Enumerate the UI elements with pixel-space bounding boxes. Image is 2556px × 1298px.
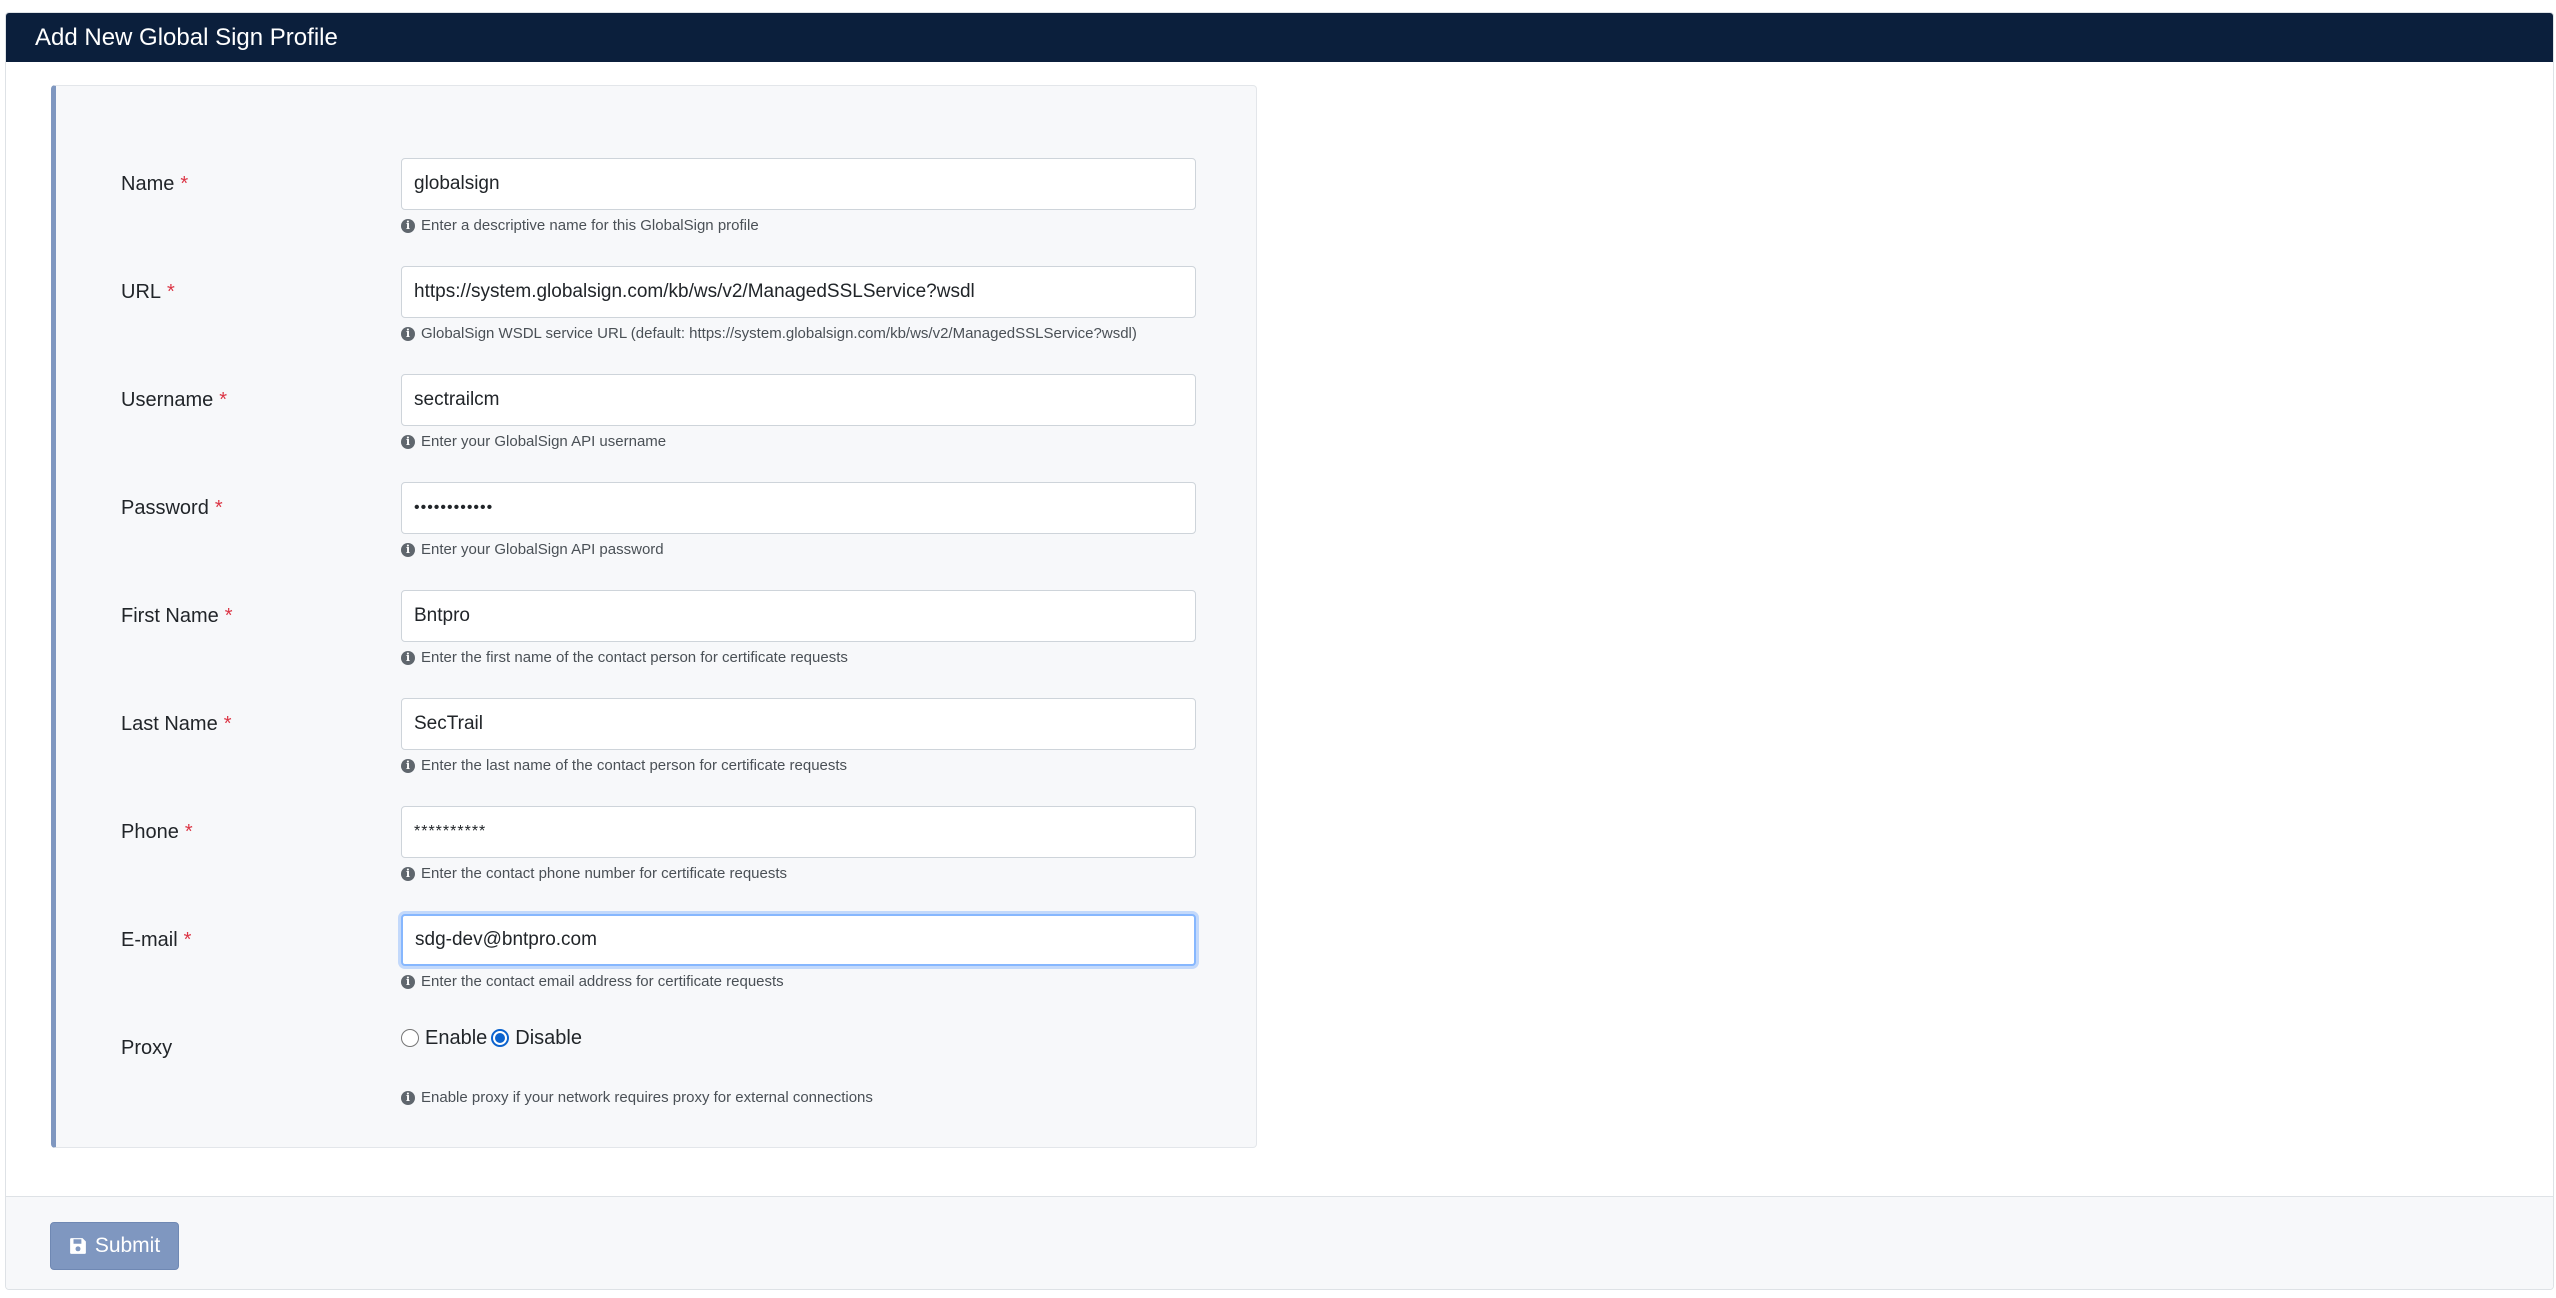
info-icon: i (401, 975, 415, 989)
last-name-input[interactable] (401, 698, 1196, 750)
email-help: i Enter the contact email address for cer… (401, 972, 784, 992)
email-input[interactable] (401, 914, 1196, 966)
first-name-row: First Name* iEnter the first name of the… (56, 590, 1256, 680)
info-icon: i (401, 651, 415, 665)
phone-help: i Enter the contact phone number for cert… (401, 864, 787, 884)
info-icon: i (401, 867, 415, 881)
required-marker: * (224, 605, 233, 627)
proxy-enable-option[interactable]: Enable (401, 1027, 491, 1050)
first-name-input[interactable] (401, 590, 1196, 642)
proxy-enable-radio[interactable] (401, 1029, 419, 1047)
email-label: E-mail * (121, 929, 192, 951)
first-name-label: First Name * (121, 605, 233, 627)
proxy-disable-label[interactable]: Disable (515, 1027, 582, 1050)
email-row: E-mail* iEnter the contact email address… (56, 914, 1256, 1004)
phone-label: Phone * (121, 821, 193, 843)
first-name-help: i Enter the first name of the contact per… (401, 648, 848, 668)
proxy-disable-radio[interactable] (491, 1029, 510, 1047)
submit-button[interactable]: Submit (50, 1222, 179, 1270)
password-row: Password* iEnter your GlobalSign API pas… (56, 482, 1256, 572)
proxy-row: Proxy Enable Disable i Enable proxy if yo… (56, 1022, 1256, 1112)
info-icon: i (401, 219, 415, 233)
name-row: Name* iEnter a descriptive name for this… (56, 158, 1256, 248)
form-panel: Name* iEnter a descriptive name for this… (51, 85, 1257, 1148)
profile-card: Add New Global Sign Profile Name* iEnter… (5, 12, 2554, 1290)
proxy-label: Proxy (121, 1037, 173, 1059)
username-label: Username * (121, 389, 228, 411)
url-input[interactable] (401, 266, 1196, 318)
last-name-row: Last Name* iEnter the last name of the c… (56, 698, 1256, 788)
url-label: URL * (121, 281, 175, 303)
last-name-label: Last Name * (121, 713, 232, 735)
username-row: Username* iEnter your GlobalSign API use… (56, 374, 1256, 464)
info-icon: i (401, 327, 415, 341)
page-title: Add New Global Sign Profile (6, 13, 2553, 62)
required-marker: * (214, 497, 223, 519)
last-name-help: i Enter the last name of the contact pers… (401, 756, 847, 776)
proxy-disable-option[interactable]: Disable (491, 1027, 586, 1050)
name-label: Name * (121, 173, 189, 195)
password-label: Password * (121, 497, 223, 519)
required-marker: * (223, 713, 232, 735)
info-icon: i (401, 759, 415, 773)
proxy-radio-group: Enable Disable (401, 1020, 586, 1056)
username-help: i Enter your GlobalSign API username (401, 432, 666, 452)
form-footer: Submit (6, 1196, 2553, 1289)
proxy-enable-label[interactable]: Enable (425, 1027, 487, 1050)
info-icon: i (401, 543, 415, 557)
name-help: i Enter a descriptive name for this Globa… (401, 216, 759, 236)
required-marker: * (183, 929, 192, 951)
proxy-help: i Enable proxy if your network requires p… (401, 1088, 873, 1108)
info-icon: i (401, 1091, 415, 1105)
submit-label: Submit (94, 1234, 161, 1257)
password-help: i Enter your GlobalSign API password (401, 540, 664, 560)
username-input[interactable] (401, 374, 1196, 426)
save-icon (69, 1237, 87, 1255)
name-input[interactable] (401, 158, 1196, 210)
phone-input[interactable] (401, 806, 1196, 858)
password-input[interactable] (401, 482, 1196, 534)
required-marker: * (219, 389, 228, 411)
url-help: i GlobalSign WSDL service URL (default: h… (401, 324, 1137, 344)
phone-row: Phone* iEnter the contact phone number f… (56, 806, 1256, 896)
url-row: URL* iGlobalSign WSDL service URL (defau… (56, 266, 1256, 356)
info-icon: i (401, 435, 415, 449)
required-marker: * (167, 281, 175, 303)
required-marker: * (180, 173, 189, 195)
required-marker: * (184, 821, 193, 843)
